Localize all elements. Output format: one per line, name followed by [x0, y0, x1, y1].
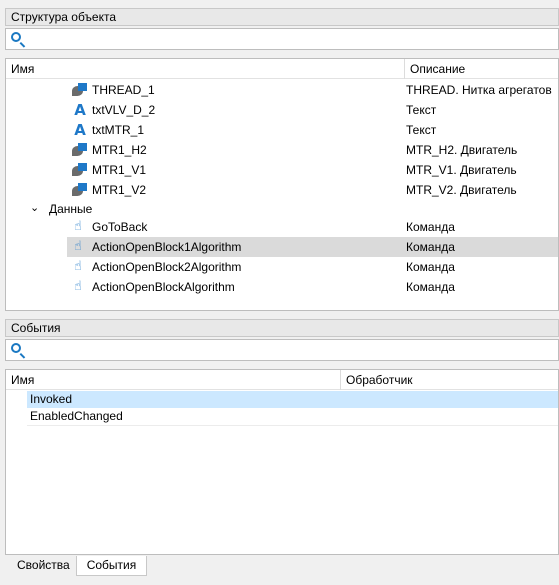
event-row-selected[interactable]: Invoked — [27, 391, 558, 408]
events-panel-title: События — [11, 321, 61, 335]
tree-row[interactable]: A txtMTR_1 Текст — [6, 120, 558, 140]
tree-row[interactable]: ☝ ActionOpenBlock2Algorithm Команда — [6, 257, 558, 277]
tree-row[interactable]: A txtVLV_D_2 Текст — [6, 100, 558, 120]
text-icon: A — [74, 121, 86, 139]
tree-row[interactable]: MTR1_H2 MTR_H2. Двигатель — [6, 140, 558, 160]
chevron-down-icon[interactable]: ⌄ — [30, 201, 46, 215]
tree-group-data[interactable]: ⌄ Данные — [6, 199, 558, 219]
object-icon — [72, 163, 88, 177]
hand-pointer-icon: ☝ — [74, 279, 82, 294]
tree-row[interactable]: MTR1_V2 MTR_V2. Двигатель — [6, 180, 558, 200]
tree-row[interactable]: ☝ ActionOpenBlockAlgorithm Команда — [6, 277, 558, 297]
events-list[interactable]: Имя Обработчик Invoked EnabledChanged — [5, 369, 559, 555]
tree-row[interactable]: MTR1_V1 MTR_V1. Двигатель — [6, 160, 558, 180]
tree-row[interactable]: ☝ GoToBack Команда — [6, 217, 558, 237]
column-header-description[interactable]: Описание — [405, 59, 558, 79]
events-search-input[interactable] — [5, 339, 559, 361]
hand-pointer-icon: ☝ — [74, 259, 82, 274]
hand-pointer-icon: ☝ — [74, 239, 82, 254]
column-header-name[interactable]: Имя — [6, 370, 340, 390]
structure-tree[interactable]: Имя Описание THREAD_1 THREAD. Нитка агре… — [5, 58, 559, 311]
structure-panel-title: Структура объекта — [11, 10, 117, 24]
hand-pointer-icon: ☝ — [74, 219, 82, 234]
search-icon — [11, 343, 21, 353]
event-row[interactable]: EnabledChanged — [27, 408, 558, 426]
object-icon — [72, 83, 88, 97]
object-icon — [72, 183, 88, 197]
structure-search-input[interactable] — [5, 28, 559, 50]
column-header-handler[interactable]: Обработчик — [341, 370, 558, 390]
tree-row[interactable]: THREAD_1 THREAD. Нитка агрегатов — [6, 80, 558, 100]
column-header-name[interactable]: Имя — [6, 59, 404, 79]
search-icon — [11, 32, 21, 42]
text-icon: A — [74, 101, 86, 119]
structure-panel-header: Структура объекта — [5, 8, 559, 26]
tree-row-selected[interactable]: ☝ ActionOpenBlock1Algorithm Команда — [67, 237, 558, 257]
tab-properties[interactable]: Свойства — [9, 556, 78, 576]
tab-events[interactable]: События — [76, 556, 147, 576]
events-panel-header: События — [5, 319, 559, 337]
object-icon — [72, 143, 88, 157]
